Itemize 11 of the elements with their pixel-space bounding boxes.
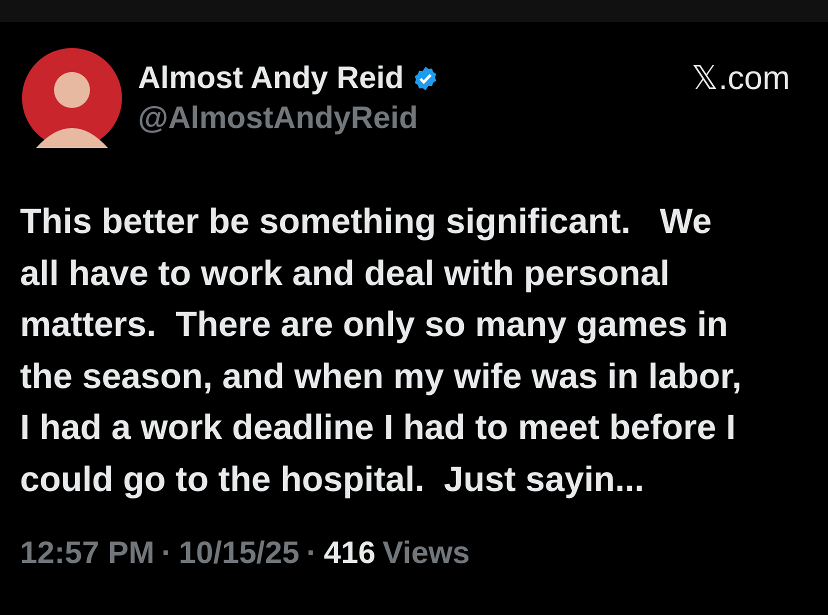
views-label: Views — [382, 535, 470, 571]
post-text: This better be something significant. We all have to work and deal with personal matters. There are only so many games in the season, and when my wife was in labor, I had a work deadline I had to meet before I could go to the hospital. Just sayin... — [20, 201, 743, 500]
post-time: 12:57 PM — [20, 535, 154, 571]
author-handle[interactable]: @AlmostAndyReid — [138, 100, 692, 136]
site-label: 𝕏.com — [691, 58, 790, 97]
views-count: 416 — [324, 535, 376, 571]
post-date: 10/15/25 — [178, 535, 300, 571]
separator-text: · — [306, 535, 317, 571]
author-name[interactable]: Almost Andy Reid — [138, 60, 404, 96]
separator-text: · — [161, 535, 172, 571]
avatar-icon — [22, 48, 122, 148]
